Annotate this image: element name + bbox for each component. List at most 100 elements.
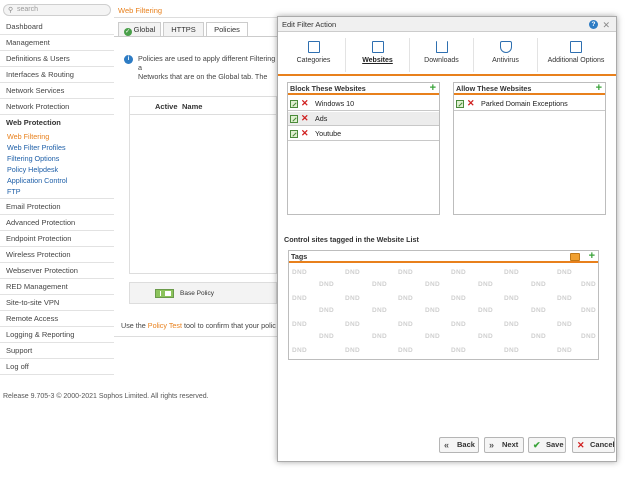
dnd-watermark: DND	[345, 269, 360, 276]
dnd-watermark: DND	[451, 295, 466, 302]
sidebar-subitem-web-filter-profiles[interactable]: Web Filter Profiles	[7, 143, 66, 152]
delete-icon[interactable]: ✕	[301, 128, 309, 139]
list-item[interactable]: ✕ Youtube	[288, 127, 439, 141]
column-header-name[interactable]: Name	[182, 102, 202, 111]
dnd-watermark: DND	[478, 333, 493, 340]
cancel-button[interactable]: ✕ Cancel	[572, 437, 615, 453]
dnd-watermark: DND	[345, 321, 360, 328]
search-box[interactable]: ⚲ search	[3, 4, 111, 16]
add-allow-website-icon[interactable]: +	[596, 83, 602, 94]
dnd-watermark: DND	[292, 347, 307, 354]
sidebar-item-email-protection[interactable]: Email Protection	[0, 199, 114, 215]
help-icon[interactable]: ?	[589, 20, 598, 29]
add-tag-icon[interactable]: +	[589, 251, 595, 262]
edit-icon[interactable]	[456, 100, 464, 108]
check-circle-icon: ✓	[123, 28, 132, 36]
sidebar-item-remote-access[interactable]: Remote Access	[0, 311, 114, 327]
delete-icon[interactable]: ✕	[301, 113, 309, 124]
tab-websites[interactable]: Websites	[346, 38, 410, 72]
sidebar-item-wireless-protection[interactable]: Wireless Protection	[0, 247, 114, 263]
allow-websites-header: Allow These Websites +	[454, 83, 605, 95]
tab-divider	[114, 36, 277, 37]
sidebar-item-definitions-users[interactable]: Definitions & Users	[0, 51, 114, 67]
tab-categories[interactable]: Categories	[282, 38, 346, 72]
policy-test-link[interactable]: Policy Test	[148, 321, 182, 330]
base-policy-toggle[interactable]	[155, 289, 174, 298]
search-input[interactable]: search	[17, 6, 38, 13]
sidebar-item-network-services[interactable]: Network Services	[0, 83, 114, 99]
block-websites-title: Block These Websites	[290, 84, 366, 93]
sidebar-item-log-off[interactable]: Log off	[0, 359, 114, 375]
dnd-watermark: DND	[531, 307, 546, 314]
sidebar-item-webserver-protection[interactable]: Webserver Protection	[0, 263, 114, 279]
dnd-watermark: DND	[372, 307, 387, 314]
close-icon[interactable]: ✕	[602, 18, 610, 33]
dnd-watermark: DND	[581, 281, 596, 288]
dnd-watermark: DND	[531, 333, 546, 340]
dnd-watermark: DND	[319, 281, 334, 288]
edit-icon[interactable]	[290, 130, 298, 138]
sidebar-item-web-protection[interactable]: Web Protection	[6, 118, 61, 127]
delete-icon[interactable]: ✕	[301, 98, 309, 109]
sidebar-item-red-management[interactable]: RED Management	[0, 279, 114, 295]
info-box: i Policies are used to apply different F…	[118, 50, 278, 82]
dnd-watermark: DND	[451, 347, 466, 354]
dnd-watermark: DND	[345, 295, 360, 302]
add-block-website-icon[interactable]: +	[430, 83, 436, 94]
sidebar-item-endpoint-protection[interactable]: Endpoint Protection	[0, 231, 114, 247]
sidebar-item-logging-reporting[interactable]: Logging & Reporting	[0, 327, 114, 343]
list-item[interactable]: ✕ Windows 10	[288, 97, 439, 111]
back-button[interactable]: « Back	[439, 437, 479, 453]
dnd-watermark: DND	[319, 307, 334, 314]
next-button[interactable]: » Next	[484, 437, 524, 453]
tab-antivirus[interactable]: Antivirus	[474, 38, 538, 72]
back-button-label: Back	[457, 440, 475, 449]
tags-title: Tags	[291, 252, 308, 261]
edit-icon[interactable]	[290, 100, 298, 108]
sidebar-item-site-to-site-vpn[interactable]: Site-to-site VPN	[0, 295, 114, 311]
sidebar-item-dashboard[interactable]: Dashboard	[0, 19, 114, 35]
dnd-watermark: DND	[372, 333, 387, 340]
dnd-watermark: DND	[478, 307, 493, 314]
dnd-watermark: DND	[451, 321, 466, 328]
sidebar-item-interfaces-routing[interactable]: Interfaces & Routing	[0, 67, 114, 83]
sidebar-item-management[interactable]: Management	[0, 35, 114, 51]
block-item-label: Youtube	[315, 129, 342, 138]
tab-global-label: Global	[133, 25, 156, 34]
checkmark-icon: ✔	[533, 440, 541, 450]
delete-icon[interactable]: ✕	[467, 98, 475, 109]
tab-global[interactable]: ✓ Global	[118, 22, 161, 36]
sidebar-subitem-application-control[interactable]: Application Control	[7, 176, 67, 185]
sidebar-subitem-web-filtering[interactable]: Web Filtering	[7, 132, 49, 141]
dnd-watermark: DND	[531, 281, 546, 288]
sidebar-item-support[interactable]: Support	[0, 343, 114, 359]
tab-additional-options[interactable]: Additional Options	[538, 38, 614, 72]
dnd-watermark: DND	[292, 269, 307, 276]
dnd-watermark: DND	[292, 295, 307, 302]
column-header-active[interactable]: Active	[155, 102, 178, 111]
dnd-watermark: DND	[451, 269, 466, 276]
sidebar-subitem-policy-helpdesk[interactable]: Policy Helpdesk	[7, 165, 58, 174]
shield-icon	[500, 41, 512, 53]
divider	[114, 336, 277, 337]
edit-icon[interactable]	[290, 115, 298, 123]
sidebar-item-advanced-protection[interactable]: Advanced Protection	[0, 215, 114, 231]
sidebar-subitem-ftp[interactable]: FTP	[7, 187, 21, 196]
dnd-watermark: DND	[398, 295, 413, 302]
policy-test-hint-suffix: tool to confirm that your polic	[182, 321, 276, 330]
list-item[interactable]: ✕ Parked Domain Exceptions	[454, 97, 605, 111]
save-button[interactable]: ✔ Save	[528, 437, 566, 453]
sidebar-subitem-filtering-options[interactable]: Filtering Options	[7, 154, 59, 163]
dialog-titlebar[interactable]: Edit Filter Action ? ✕	[278, 17, 616, 32]
double-chevron-left-icon: «	[444, 440, 450, 450]
folder-icon[interactable]	[570, 253, 580, 261]
dnd-watermark: DND	[319, 333, 334, 340]
info-text: Policies are used to apply different Fil…	[138, 54, 276, 82]
list-item[interactable]: ✕ Ads	[288, 112, 439, 126]
tab-https[interactable]: HTTPS	[163, 22, 204, 36]
tab-policies[interactable]: Policies	[206, 22, 248, 36]
double-chevron-right-icon: »	[489, 440, 495, 450]
tab-downloads[interactable]: Downloads	[410, 38, 474, 72]
policy-table: Active Name	[129, 96, 278, 274]
sidebar-item-network-protection[interactable]: Network Protection	[0, 99, 114, 115]
